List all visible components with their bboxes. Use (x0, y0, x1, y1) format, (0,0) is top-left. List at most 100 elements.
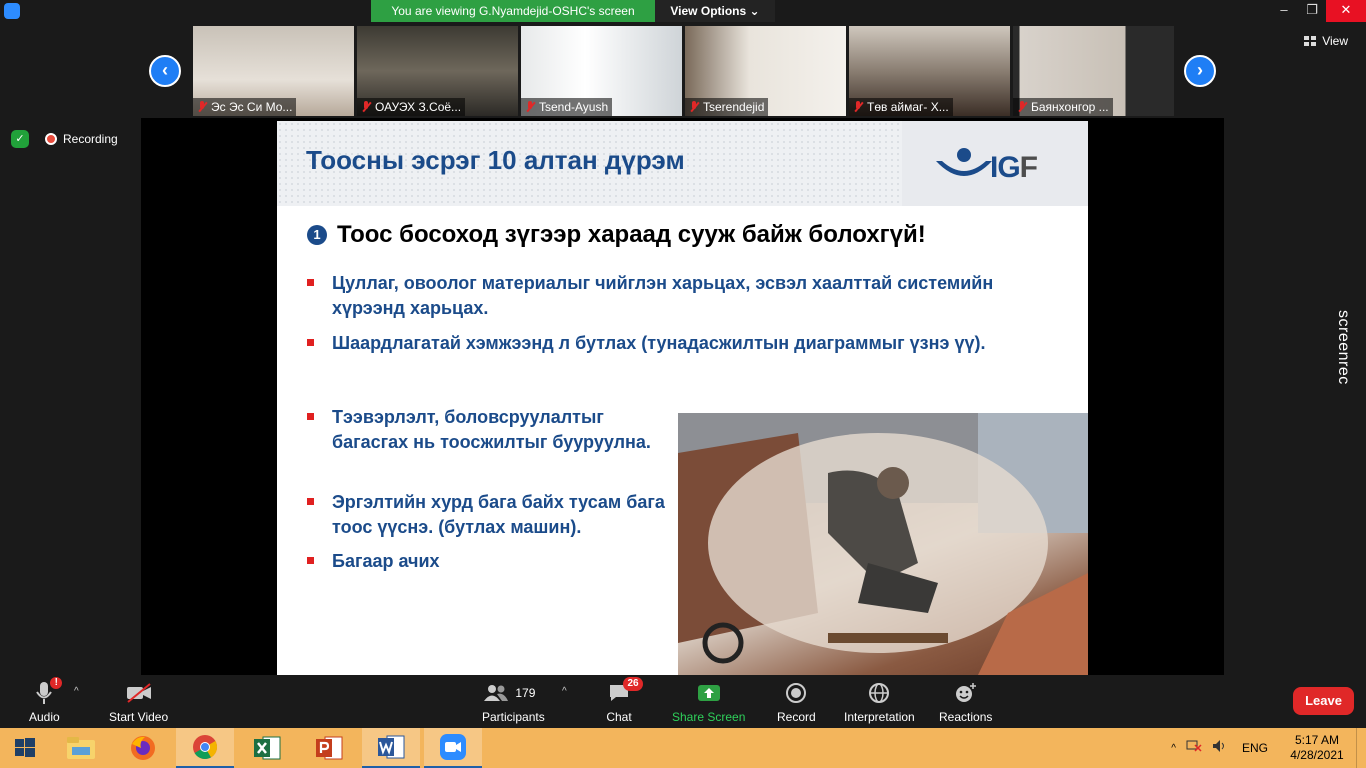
share-screen-button[interactable]: Share Screen (672, 680, 745, 724)
muted-mic-icon (525, 101, 535, 113)
view-label: View (1322, 34, 1348, 48)
headline-text: Тоос босоход зүгээр хараад сууж байж бол… (337, 221, 926, 248)
participant-video-tile[interactable]: Эс Эс Си Мо... (193, 26, 354, 116)
language-indicator[interactable]: ENG (1242, 741, 1268, 755)
recording-label: Recording (63, 132, 118, 146)
security-shield-icon[interactable]: ✓ (11, 130, 29, 148)
view-options-label: View Options (670, 4, 747, 18)
participant-name-tag: Төв аймаг- Х... (849, 98, 953, 116)
view-button[interactable]: View (1304, 34, 1348, 48)
excel-taskbar-button[interactable] (238, 728, 296, 768)
network-icon[interactable] (1186, 739, 1202, 758)
reactions-button[interactable]: Reactions (939, 680, 992, 724)
folder-icon (67, 737, 95, 759)
view-options-button[interactable]: View Options ⌄ (655, 0, 775, 22)
dust-cutting-photo (678, 413, 1088, 675)
top-bar: You are viewing G.Nyamdejid-OSHC's scree… (0, 0, 1366, 22)
slide-bullet: Шаардлагатай хэмжээнд л бутлах (тунадасж… (307, 331, 1047, 356)
maximize-button[interactable]: ❐ (1298, 0, 1326, 22)
file-explorer-taskbar-button[interactable] (52, 728, 110, 768)
powerpoint-icon (316, 736, 343, 760)
participants-button[interactable]: 179 Participants (482, 680, 545, 724)
audio-label: Audio (29, 710, 60, 724)
bullet-square-icon (307, 339, 314, 346)
igf-logo-box: IGF (902, 121, 1088, 206)
powerpoint-taskbar-button[interactable] (300, 728, 358, 768)
volume-icon[interactable] (1212, 739, 1228, 758)
interpretation-label: Interpretation (844, 710, 915, 724)
audio-options-caret[interactable]: ^ (74, 686, 79, 697)
record-icon (782, 680, 810, 706)
bullet-text: Цуллаг, овоолог материалыг чийглэн харьц… (332, 273, 994, 318)
screenrec-watermark: screenrec (1335, 310, 1360, 410)
firefox-taskbar-button[interactable] (114, 728, 172, 768)
record-button[interactable]: Record (777, 680, 816, 724)
participants-count: 179 (515, 686, 536, 700)
record-label: Record (777, 710, 816, 724)
bullet-square-icon (307, 557, 314, 564)
firefox-icon (131, 736, 155, 760)
bullet-text: Шаардлагатай хэмжээнд л бутлах (тунадасж… (332, 333, 986, 353)
chat-label: Chat (606, 710, 632, 724)
windows-logo-icon (15, 738, 35, 757)
clock[interactable]: 5:17 AM 4/28/2021 (1282, 733, 1352, 763)
globe-icon (865, 680, 893, 706)
participant-video-tile[interactable]: Tsend-Ayush (521, 26, 682, 116)
leave-button[interactable]: Leave (1293, 687, 1354, 715)
bullet-text: Эргэлтийн хурд бага байх тусам бага тоос… (332, 492, 665, 537)
next-page-button[interactable]: › (1184, 55, 1216, 87)
start-button[interactable] (0, 728, 50, 768)
excel-icon (254, 736, 281, 760)
zoom-taskbar-button[interactable] (424, 728, 482, 768)
slide-bullet: Тээвэрлэлт, боловсруулалтыг багасгах нь … (307, 405, 657, 455)
recording-indicator[interactable]: Recording (45, 132, 118, 146)
start-video-label: Start Video (109, 710, 169, 724)
participant-name-tag: ОАУЭХ З.Соё... (357, 98, 466, 116)
audio-button[interactable]: ! Audio (29, 677, 63, 724)
smiley-icon (952, 680, 980, 706)
watermark-text: screenrec (1335, 310, 1352, 385)
muted-mic-icon (853, 101, 863, 113)
minimize-button[interactable]: – (1270, 0, 1298, 22)
close-button[interactable]: ✕ (1326, 0, 1366, 22)
previous-page-button[interactable]: ‹ (149, 55, 181, 87)
participants-options-caret[interactable]: ^ (562, 686, 567, 697)
participants-icon: 179 (483, 680, 543, 706)
clock-date: 4/28/2021 (1290, 748, 1344, 762)
bullet-square-icon (307, 413, 314, 420)
word-icon (378, 735, 405, 759)
system-tray: ^ ENG 5:17 AM 4/28/2021 (1171, 728, 1366, 768)
participant-name: Tsend-Ayush (539, 100, 609, 114)
microphone-icon: ! (30, 677, 63, 706)
tray-overflow-icon[interactable]: ^ (1171, 743, 1176, 754)
chrome-icon (193, 735, 218, 760)
participant-name-tag: Баянхонгор ... (1013, 98, 1113, 116)
muted-mic-icon (361, 101, 371, 113)
slide-header: Тоосны эсрэг 10 алтан дүрэм IGF (277, 121, 1088, 206)
windows-taskbar: ^ ENG 5:17 AM 4/28/2021 (0, 728, 1366, 768)
participant-name: Tserendejid (703, 100, 765, 114)
chrome-taskbar-button[interactable] (176, 728, 234, 768)
chat-unread-badge: 26 (623, 677, 643, 691)
participant-video-tile[interactable]: Баянхонгор ... (1013, 26, 1174, 116)
participant-name-tag: Tserendejid (685, 98, 769, 116)
slide-bullet: Багаар ачих (307, 549, 657, 574)
chat-button[interactable]: 26 Chat (605, 677, 643, 724)
audio-warning-badge: ! (50, 677, 63, 689)
participant-name: Төв аймаг- Х... (867, 100, 949, 114)
bullet-text: Багаар ачих (332, 551, 440, 571)
zoom-icon (440, 734, 466, 760)
participant-video-tile[interactable]: Төв аймаг- Х... (849, 26, 1010, 116)
start-video-button[interactable]: Start Video (109, 680, 168, 724)
photo-illustration (678, 413, 1088, 675)
participant-video-tile[interactable]: Tserendejid (685, 26, 846, 116)
show-desktop-button[interactable] (1356, 728, 1366, 768)
word-taskbar-button[interactable] (362, 728, 420, 768)
window-controls: – ❐ ✕ (1270, 0, 1366, 22)
bullet-square-icon (307, 498, 314, 505)
participant-name: Баянхонгор ... (1031, 100, 1109, 114)
share-screen-icon (695, 680, 723, 706)
participants-label: Participants (482, 710, 545, 724)
interpretation-button[interactable]: Interpretation (844, 680, 915, 724)
participant-video-tile[interactable]: ОАУЭХ З.Соё... (357, 26, 518, 116)
